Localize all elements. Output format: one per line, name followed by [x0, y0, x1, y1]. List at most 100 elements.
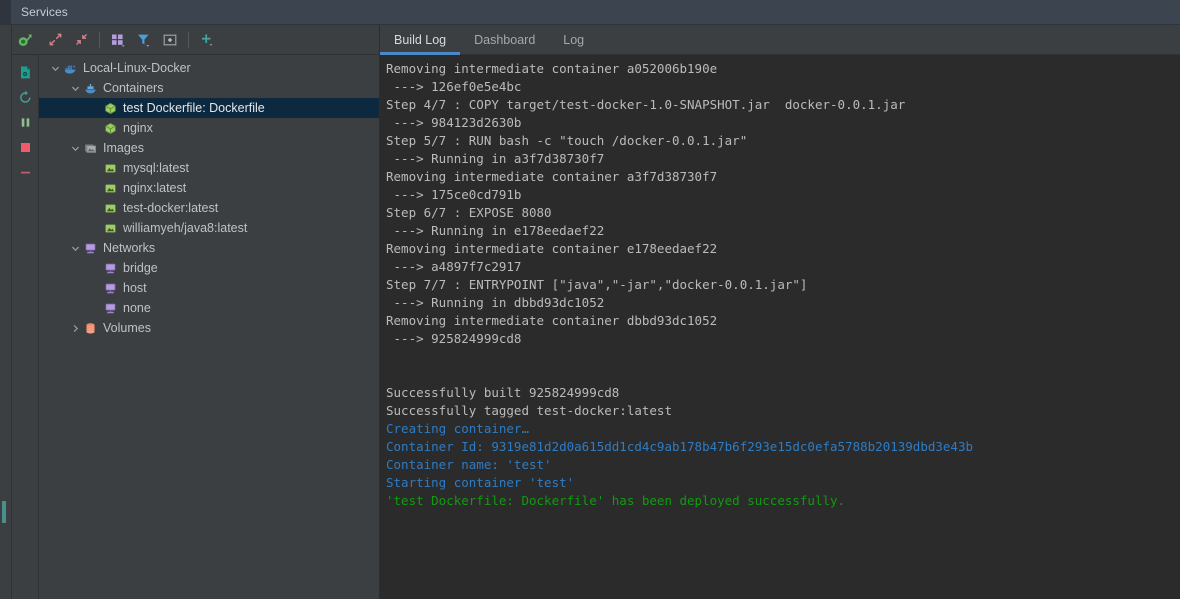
tree-item-label: Local-Linux-Docker [83, 61, 191, 75]
log-line: ---> Running in a3f7d38730f7 [386, 151, 605, 166]
tree-item-containers[interactable]: Containers [39, 78, 379, 98]
log-line: Successfully built 925824999cd8 [386, 385, 620, 400]
tree-item-label: Networks [103, 241, 156, 255]
tree-item-label: nginx [123, 121, 153, 135]
log-line: Removing intermediate container e178eeda… [386, 241, 718, 256]
tree-item-bridge[interactable]: bridge [39, 258, 379, 278]
tree-item-local-linux-docker[interactable]: Local-Linux-Docker [39, 58, 379, 78]
log-line: Successfully tagged test-docker:latest [386, 403, 672, 418]
chevron-down-icon[interactable] [69, 244, 82, 253]
log-line: Step 7/7 : ENTRYPOINT ["java","-jar","do… [386, 277, 808, 292]
image-icon [102, 162, 119, 175]
images-icon [82, 142, 99, 155]
tab-log[interactable]: Log [549, 25, 598, 54]
log-line: ---> Running in e178eedaef22 [386, 223, 605, 238]
stop-icon[interactable] [12, 135, 38, 160]
toolbar-separator-2 [188, 31, 189, 48]
network-icon [102, 302, 119, 315]
services-left-panel: Local-Linux-Docker Containers test Dockerf… [12, 25, 380, 599]
log-line: 'test Dockerfile: Dockerfile' has been d… [386, 493, 846, 508]
minus-icon[interactable] [12, 160, 38, 185]
image-icon [102, 202, 119, 215]
tree-item-label: test-docker:latest [123, 201, 219, 215]
container-icon [102, 102, 119, 115]
tree-item-none[interactable]: none [39, 298, 379, 318]
tree-item-nginx[interactable]: nginx [39, 118, 379, 138]
volumes-icon [82, 322, 99, 335]
group-icon[interactable] [105, 27, 131, 53]
filter-icon[interactable] [131, 27, 157, 53]
log-line: Removing intermediate container dbbd93dc… [386, 313, 718, 328]
window-titlebar: Services [0, 0, 1180, 25]
build-log-console[interactable]: Removing intermediate container a052006b… [380, 55, 1180, 599]
container-icon [102, 122, 119, 135]
log-line: ---> 984123d2630b [386, 115, 522, 130]
services-toolbar [12, 25, 379, 55]
tree-item-test-dockerfile-dockerfile[interactable]: test Dockerfile: Dockerfile [39, 98, 379, 118]
image-icon [102, 182, 119, 195]
log-line: ---> Running in dbbd93dc1052 [386, 295, 605, 310]
services-tool-window: Services Local-Linux-Docker Containers t… [0, 0, 1180, 599]
network-icon [102, 282, 119, 295]
tree-item-images[interactable]: Images [39, 138, 379, 158]
tree-item-volumes[interactable]: Volumes [39, 318, 379, 338]
tree-item-label: williamyeh/java8:latest [123, 221, 248, 235]
log-line: Step 4/7 : COPY target/test-docker-1.0-S… [386, 97, 906, 112]
tree-item-williamyeh-java8-latest[interactable]: williamyeh/java8:latest [39, 218, 379, 238]
tree-item-label: Images [103, 141, 144, 155]
add-icon[interactable] [194, 27, 220, 53]
pause-icon[interactable] [12, 110, 38, 135]
main-split: Local-Linux-Docker Containers test Dockerf… [0, 25, 1180, 599]
log-line: Removing intermediate container a3f7d387… [386, 169, 718, 184]
tab-build-log[interactable]: Build Log [380, 25, 461, 55]
chevron-down-icon[interactable] [69, 144, 82, 153]
tree-item-label: bridge [123, 261, 158, 275]
rerun-icon[interactable] [12, 85, 38, 110]
services-tree[interactable]: Local-Linux-Docker Containers test Dockerf… [39, 55, 379, 599]
toolbar-icon-deploy-dockerfile[interactable] [12, 27, 38, 53]
log-line: Step 5/7 : RUN bash -c "touch /docker-0.… [386, 133, 748, 148]
expand-all-icon[interactable] [42, 27, 68, 53]
tree-item-nginx-latest[interactable]: nginx:latest [39, 178, 379, 198]
tree-item-label: host [123, 281, 147, 295]
tree-item-label: nginx:latest [123, 181, 187, 195]
network-icon [82, 242, 99, 255]
chevron-down-icon[interactable] [69, 84, 82, 93]
chevron-right-icon[interactable] [69, 324, 82, 333]
tab-dashboard[interactable]: Dashboard [460, 25, 549, 54]
docker-icon [62, 62, 79, 75]
left-edge-strip [0, 25, 12, 599]
show-in-new-window-icon[interactable] [157, 27, 183, 53]
log-line: Creating container… [386, 421, 529, 436]
tree-item-label: Volumes [103, 321, 151, 335]
log-line: ---> 175ce0cd791b [386, 187, 522, 202]
tree-item-networks[interactable]: Networks [39, 238, 379, 258]
tree-item-label: none [123, 301, 151, 315]
log-line: ---> 925824999cd8 [386, 331, 522, 346]
output-tabs: Build Log Dashboard Log [380, 25, 1180, 55]
toolbar-separator-1 [99, 31, 100, 48]
scrollbar-marker [2, 501, 6, 523]
image-icon [102, 222, 119, 235]
run-controls-toolbar [12, 55, 39, 599]
docker-file-icon[interactable] [12, 60, 38, 85]
tree-item-label: Containers [103, 81, 164, 95]
log-line: Container name: 'test' [386, 457, 552, 472]
toolbar-main-group [38, 27, 379, 53]
log-line: Removing intermediate container a052006b… [386, 61, 718, 76]
collapse-all-icon[interactable] [68, 27, 94, 53]
tree-item-label: test Dockerfile: Dockerfile [123, 101, 265, 115]
tree-item-label: mysql:latest [123, 161, 189, 175]
tree-item-test-docker-latest[interactable]: test-docker:latest [39, 198, 379, 218]
log-line: Container Id: 9319e81d2d0a615dd1cd4c9ab1… [386, 439, 973, 454]
log-line: Starting container 'test' [386, 475, 575, 490]
tree-item-mysql-latest[interactable]: mysql:latest [39, 158, 379, 178]
tree-item-host[interactable]: host [39, 278, 379, 298]
log-line: ---> a4897f7c2917 [386, 259, 522, 274]
network-icon [102, 262, 119, 275]
build-output-panel: Build Log Dashboard Log Removing intermedi… [380, 25, 1180, 599]
log-line: ---> 126ef0e5e4bc [386, 79, 522, 94]
left-panel-body: Local-Linux-Docker Containers test Dockerf… [12, 55, 379, 599]
chevron-down-icon[interactable] [49, 64, 62, 73]
